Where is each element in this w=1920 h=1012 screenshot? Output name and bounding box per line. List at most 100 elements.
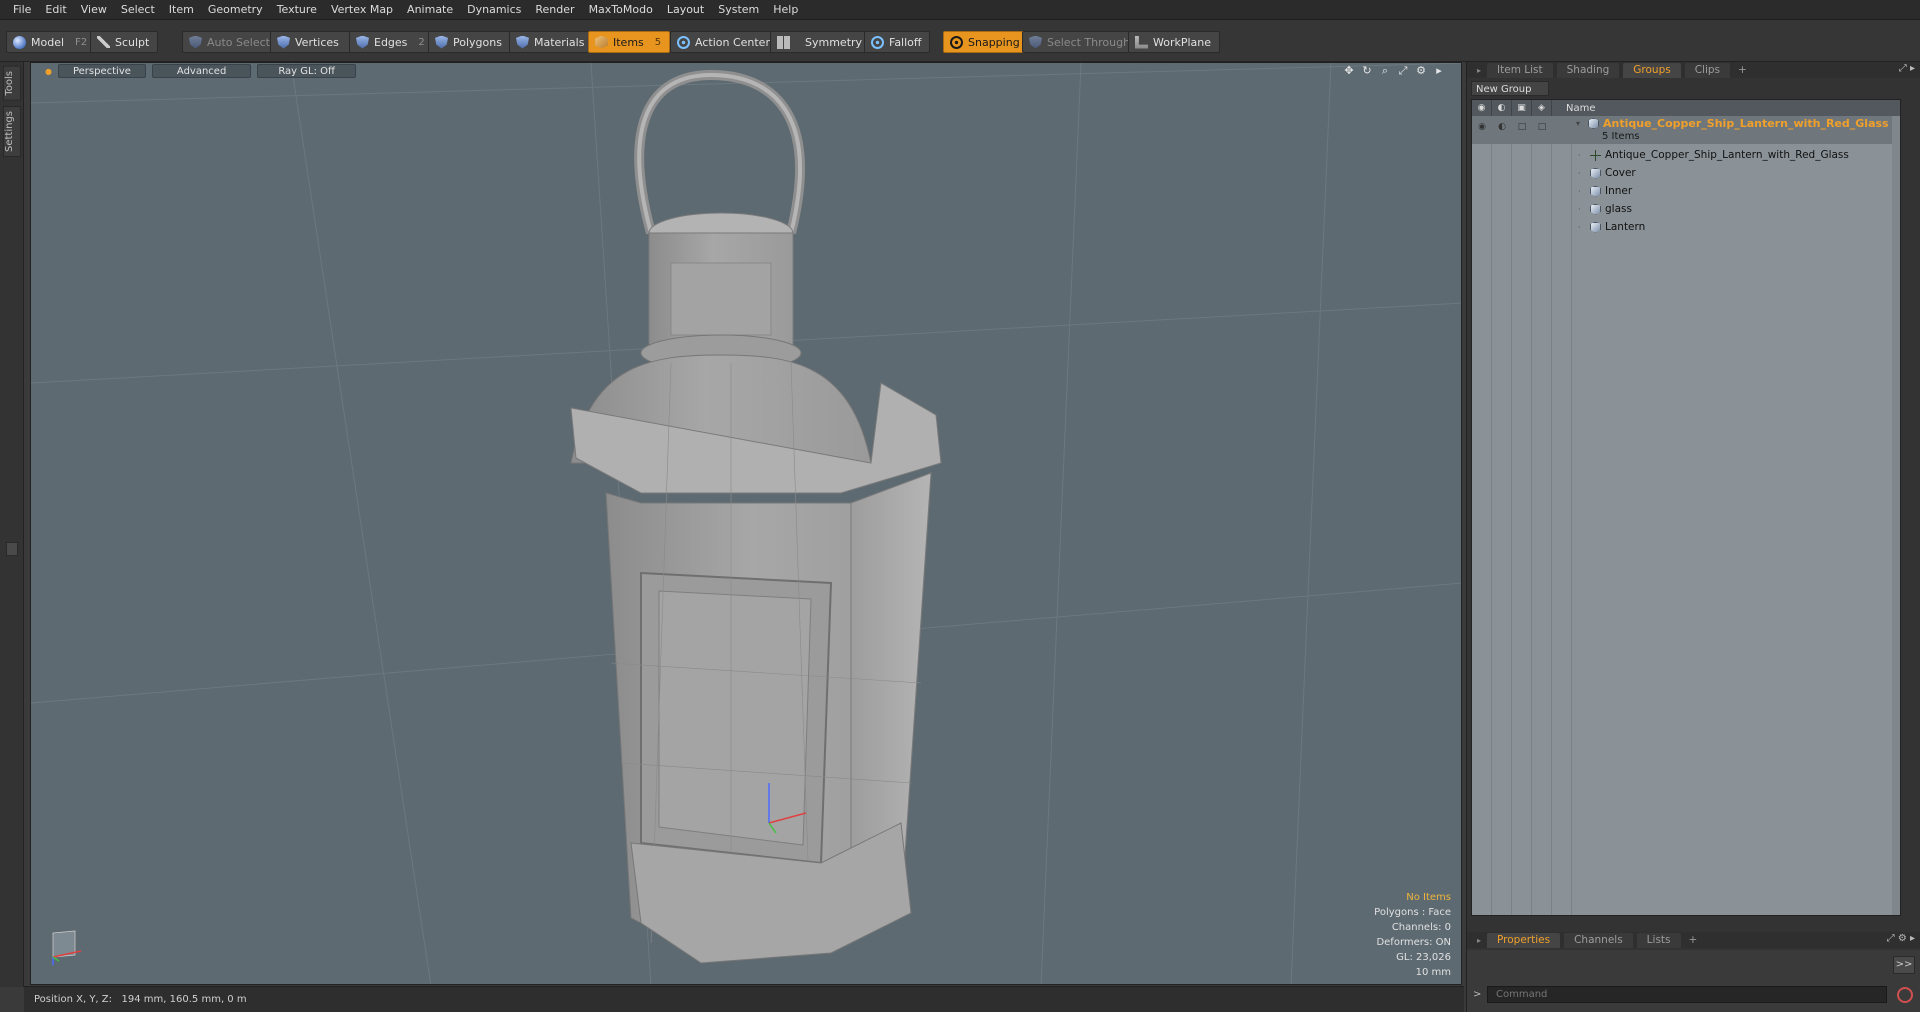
viewport-menu-icon[interactable]: ● xyxy=(45,67,52,76)
action-center-button[interactable]: Action Center xyxy=(670,31,779,53)
expand-panel-icon[interactable]: ⤢ ▸ xyxy=(1899,63,1915,74)
record-icon[interactable] xyxy=(1897,987,1913,1003)
tab-channels[interactable]: Channels xyxy=(1564,932,1633,948)
tree-branch-icon: · xyxy=(1578,222,1581,232)
symmetry-icon xyxy=(777,35,790,49)
add-tab-icon[interactable]: + xyxy=(1734,63,1751,78)
menu-help[interactable]: Help xyxy=(766,0,805,20)
tab-properties[interactable]: Properties xyxy=(1487,932,1561,948)
maximize-icon[interactable]: ⤢ xyxy=(1397,65,1409,77)
scale-info: 10 mm xyxy=(1415,967,1451,978)
menu-item[interactable]: Item xyxy=(162,0,201,20)
menu-view[interactable]: View xyxy=(74,0,114,20)
tab-lists[interactable]: Lists xyxy=(1636,932,1681,948)
select-through-button[interactable]: Select Through xyxy=(1022,31,1140,53)
expand-command-button[interactable]: >> xyxy=(1893,956,1915,974)
position-readout: Position X, Y, Z: 194 mm, 160.5 mm, 0 m xyxy=(34,994,247,1005)
model-icon xyxy=(13,35,26,49)
list-item[interactable]: · Cover xyxy=(1472,164,1900,182)
model-shortcut: F2 xyxy=(75,36,88,48)
chevron-right-icon[interactable]: ▸ xyxy=(1433,65,1445,77)
render-icon[interactable]: ◐ xyxy=(1492,100,1512,116)
list-scrollbar[interactable] xyxy=(1892,116,1900,915)
lock-icon[interactable]: ▣ xyxy=(1512,100,1532,116)
new-group-button[interactable]: New Group xyxy=(1471,81,1549,96)
menu-file[interactable]: File xyxy=(6,0,38,20)
menu-system[interactable]: System xyxy=(711,0,766,20)
menu-maxtomodo[interactable]: MaxToModo xyxy=(582,0,660,20)
snapping-button[interactable]: Snapping xyxy=(943,31,1029,53)
falloff-button[interactable]: Falloff xyxy=(864,31,931,53)
panel-menu-icon[interactable]: ▸ xyxy=(1477,66,1481,75)
axis-gizmo xyxy=(45,925,89,972)
panel-toggle-handle[interactable] xyxy=(6,542,18,556)
gear-icon[interactable]: ⚙ xyxy=(1415,65,1427,77)
list-item[interactable]: · Antique_Copper_Ship_Lantern_with_Red_G… xyxy=(1472,146,1900,164)
group-eye-icon[interactable]: ◉ xyxy=(1472,122,1492,132)
vertices-icon xyxy=(277,35,290,49)
tab-shading[interactable]: Shading xyxy=(1556,62,1620,78)
zoom-icon[interactable]: ⌕ xyxy=(1379,65,1391,77)
shading-mode-button[interactable]: Advanced xyxy=(151,64,252,78)
view-type-button[interactable]: Perspective xyxy=(57,64,146,78)
materials-button[interactable]: Materials xyxy=(509,31,594,53)
auto-select-button[interactable]: Auto Select xyxy=(182,31,279,53)
settings-tab[interactable]: Settings xyxy=(3,106,21,158)
locator-icon xyxy=(1590,149,1601,161)
items-button[interactable]: Items 5 xyxy=(588,31,671,53)
menu-dynamics[interactable]: Dynamics xyxy=(460,0,528,20)
tree-branch-icon: · xyxy=(1578,150,1581,160)
visibility-column xyxy=(1472,116,1492,915)
model-button[interactable]: Model F2 xyxy=(6,31,97,53)
command-area: >> > xyxy=(1467,950,1920,1012)
menu-geometry[interactable]: Geometry xyxy=(201,0,270,20)
command-input[interactable] xyxy=(1487,986,1887,1003)
item-name: Inner xyxy=(1605,185,1633,197)
group-row[interactable]: ◉ ◐ □ □ ▾ Antique_Copper_Ship_Lantern_wi… xyxy=(1472,116,1900,144)
add-bottom-tab-icon[interactable]: + xyxy=(1685,933,1702,948)
polygons-button[interactable]: Polygons xyxy=(428,31,511,53)
tab-clips[interactable]: Clips xyxy=(1684,62,1731,78)
edges-button[interactable]: Edges 2 xyxy=(349,31,434,53)
menu-animate[interactable]: Animate xyxy=(400,0,460,20)
list-item[interactable]: · Lantern xyxy=(1472,218,1900,236)
edges-shortcut: 2 xyxy=(418,36,425,48)
groups-list[interactable]: ◉ ◐ ▣ ◈ Name ◉ ◐ □ □ ▾ Antique_Copper_Sh… xyxy=(1471,99,1901,916)
menu-render[interactable]: Render xyxy=(528,0,581,20)
group-select-icon[interactable]: □ xyxy=(1532,122,1552,132)
list-item[interactable]: · glass xyxy=(1472,200,1900,218)
collapse-icon[interactable]: ▾ xyxy=(1576,119,1584,128)
mesh-icon xyxy=(1590,203,1601,215)
group-lock-icon[interactable]: □ xyxy=(1512,122,1532,132)
group-icon xyxy=(1588,118,1599,129)
viewport-header: ● Perspective Advanced Ray GL: Off xyxy=(31,63,1461,79)
bottom-panel-menu-icon[interactable]: ▸ xyxy=(1477,936,1481,945)
eye-icon[interactable]: ◉ xyxy=(1472,100,1492,116)
items-icon xyxy=(595,35,608,49)
menu-vertex-map[interactable]: Vertex Map xyxy=(324,0,400,20)
workplane-button[interactable]: WorkPlane xyxy=(1128,31,1221,53)
tab-item-list[interactable]: Item List xyxy=(1487,62,1553,78)
menu-edit[interactable]: Edit xyxy=(38,0,73,20)
rotate-icon[interactable]: ↻ xyxy=(1361,65,1373,77)
pan-icon[interactable]: ✥ xyxy=(1343,65,1355,77)
tree-branch-icon: · xyxy=(1578,204,1581,214)
symmetry-button[interactable]: Symmetry xyxy=(770,31,872,53)
name-column-header[interactable]: Name xyxy=(1552,103,1596,114)
menu-texture[interactable]: Texture xyxy=(270,0,324,20)
menu-layout[interactable]: Layout xyxy=(660,0,711,20)
sculpt-button[interactable]: Sculpt xyxy=(90,31,159,53)
bottom-expand-icon[interactable]: ⤢ ⚙ ▸ xyxy=(1887,933,1915,944)
menu-select[interactable]: Select xyxy=(114,0,162,20)
tab-groups[interactable]: Groups xyxy=(1623,62,1681,78)
items-shortcut: 5 xyxy=(654,36,662,48)
viewport-nav-icons: ✥ ↻ ⌕ ⤢ ⚙ ▸ xyxy=(1343,63,1445,79)
lock-column xyxy=(1512,116,1532,915)
raygl-button[interactable]: Ray GL: Off xyxy=(257,64,356,78)
group-render-icon[interactable]: ◐ xyxy=(1492,122,1512,132)
tools-tab[interactable]: Tools xyxy=(3,66,21,101)
snapping-icon xyxy=(950,35,963,49)
3d-viewport[interactable]: ● Perspective Advanced Ray GL: Off ✥ ↻ ⌕… xyxy=(30,62,1462,985)
list-item[interactable]: · Inner xyxy=(1472,182,1900,200)
select-icon[interactable]: ◈ xyxy=(1532,100,1552,116)
